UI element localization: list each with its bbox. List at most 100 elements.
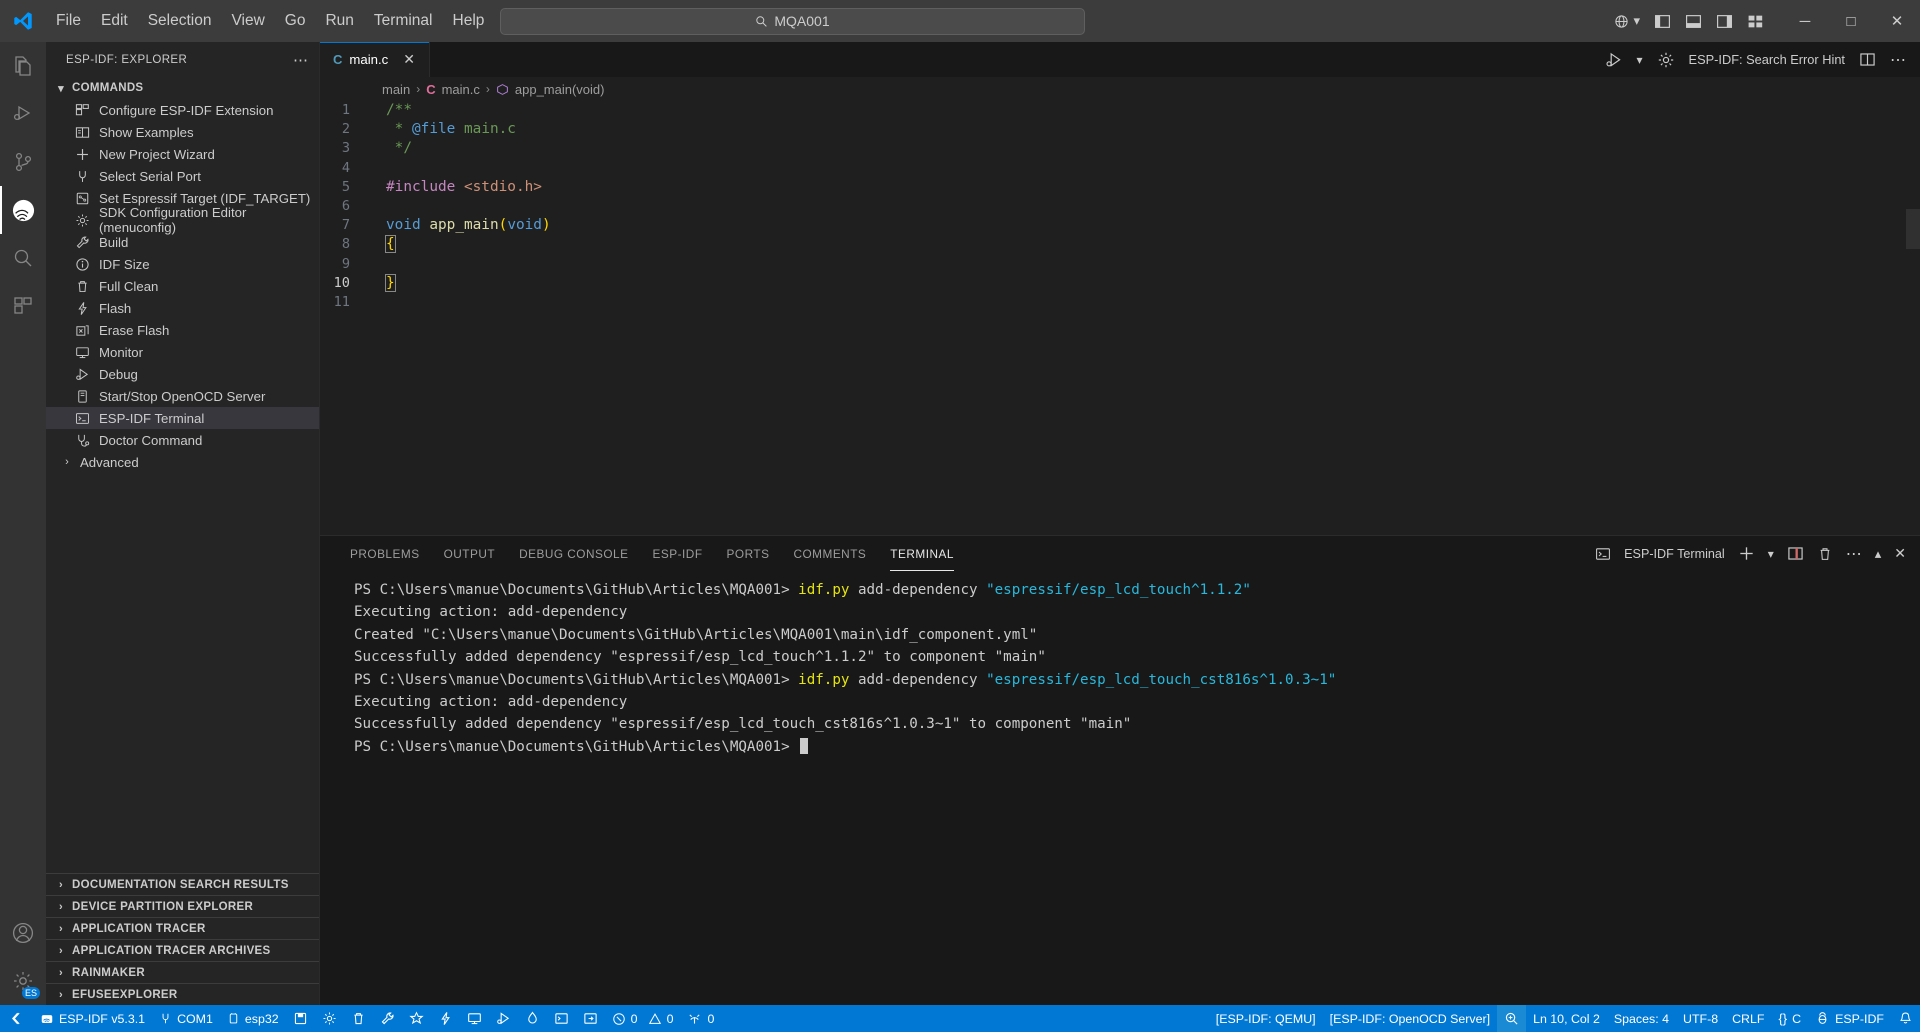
lightning-icon[interactable]	[431, 1005, 460, 1032]
chevron-down-icon[interactable]: ▾	[1637, 53, 1643, 67]
accounts-icon[interactable]	[0, 909, 46, 957]
settings-gear-icon[interactable]: ES	[0, 957, 46, 1005]
flame-icon[interactable]	[518, 1005, 547, 1032]
bell-icon[interactable]	[1891, 1005, 1920, 1032]
sidebar-item-show-examples[interactable]: Show Examples	[46, 121, 319, 143]
tab-output[interactable]: OUTPUT	[432, 536, 508, 571]
wrench-icon[interactable]	[373, 1005, 402, 1032]
sidebar-item-configure-esp-idf-extension[interactable]: Configure ESP-IDF Extension	[46, 99, 319, 121]
trash-icon[interactable]	[1817, 546, 1833, 562]
trash-icon[interactable]	[344, 1005, 373, 1032]
breadcrumb-file[interactable]: main.c	[442, 82, 480, 97]
toggle-secondary-sidebar-icon[interactable]	[1716, 13, 1733, 30]
monitor-icon[interactable]	[460, 1005, 489, 1032]
sidebar-section-rainmaker[interactable]: › RAINMAKER	[46, 961, 319, 983]
terminal-output[interactable]: PS C:\Users\manue\Documents\GitHub\Artic…	[320, 571, 1920, 1005]
status-target[interactable]: esp32	[220, 1005, 286, 1032]
tab-terminal[interactable]: TERMINAL	[878, 536, 966, 571]
sidebar-item-doctor-command[interactable]: Doctor Command	[46, 429, 319, 451]
search-icon[interactable]	[0, 234, 46, 282]
minimap-scrollbar[interactable]	[1906, 209, 1920, 249]
status-indentation[interactable]: Spaces: 4	[1607, 1005, 1676, 1032]
close-icon[interactable]: ✕	[403, 51, 415, 68]
sidebar-section-application-tracer-archives[interactable]: › APPLICATION TRACER ARCHIVES	[46, 939, 319, 961]
sidebar-item-select-serial-port[interactable]: Select Serial Port	[46, 165, 319, 187]
gear-icon[interactable]	[315, 1005, 344, 1032]
sidebar-item-new-project-wizard[interactable]: New Project Wizard	[46, 143, 319, 165]
sidebar-item-advanced[interactable]: › Advanced	[46, 451, 319, 473]
sidebar-section-documentation-search-results[interactable]: › DOCUMENTATION SEARCH RESULTS	[46, 873, 319, 895]
sidebar-section-efuseexplorer[interactable]: › EFUSEEXPLORER	[46, 983, 319, 1005]
sidebar-item-start-stop-openocd-server[interactable]: Start/Stop OpenOCD Server	[46, 385, 319, 407]
toggle-primary-sidebar-icon[interactable]	[1654, 13, 1671, 30]
status-radar[interactable]: 0	[680, 1005, 721, 1032]
tab-ports[interactable]: PORTS	[715, 536, 782, 571]
close-icon[interactable]: ✕	[1894, 545, 1906, 562]
star-icon[interactable]	[402, 1005, 431, 1032]
open-editor-icon[interactable]	[576, 1005, 605, 1032]
search-error-hint-button[interactable]: ESP-IDF: Search Error Hint	[1689, 52, 1845, 67]
menu-file[interactable]: File	[46, 8, 91, 34]
sidebar-item-erase-flash[interactable]: Erase Flash	[46, 319, 319, 341]
sidebar-item-esp-idf-terminal[interactable]: ESP-IDF Terminal	[46, 407, 319, 429]
source-control-icon[interactable]	[0, 138, 46, 186]
tab-debug-console[interactable]: DEBUG CONSOLE	[507, 536, 640, 571]
remote-indicator-icon[interactable]	[0, 1005, 33, 1032]
sidebar-item-debug[interactable]: Debug	[46, 363, 319, 385]
status-esp-idf-debug[interactable]: ESP-IDF	[1808, 1005, 1891, 1032]
sidebar-section-application-tracer[interactable]: › APPLICATION TRACER	[46, 917, 319, 939]
menu-go[interactable]: Go	[275, 8, 316, 34]
status-esp-idf-version[interactable]: ESP-IDF v5.3.1	[33, 1005, 152, 1032]
explorer-icon[interactable]	[0, 42, 46, 90]
debug-icon[interactable]	[1605, 51, 1623, 69]
chevron-up-icon[interactable]: ▴	[1875, 546, 1882, 562]
chevron-down-icon[interactable]: ▾	[1768, 547, 1774, 561]
menu-selection[interactable]: Selection	[138, 8, 222, 34]
status-qemu[interactable]: [ESP-IDF: QEMU]	[1209, 1005, 1323, 1032]
search-input[interactable]: MQA001	[500, 7, 1085, 35]
esp-idf-explorer-icon[interactable]	[0, 186, 46, 234]
zoom-search-icon[interactable]	[1497, 1005, 1527, 1032]
status-language-mode[interactable]: {} C	[1771, 1005, 1808, 1032]
sidebar-item-sdk-configuration-editor[interactable]: SDK Configuration Editor (menuconfig)	[46, 205, 319, 235]
remote-window-button[interactable]: ▾	[1600, 13, 1654, 29]
split-editor-icon[interactable]	[1859, 51, 1876, 68]
menu-run[interactable]: Run	[315, 8, 363, 34]
sdk-config-save-icon[interactable]	[286, 1005, 315, 1032]
status-problems[interactable]: 0 0	[605, 1005, 681, 1032]
menu-terminal[interactable]: Terminal	[364, 8, 443, 34]
code-editor[interactable]: 1 /** 2 * @file main.c 3 */ 4 5 #include…	[320, 101, 1920, 535]
window-minimize-button[interactable]: ─	[1782, 0, 1828, 42]
tab-problems[interactable]: PROBLEMS	[338, 536, 432, 571]
tab-esp-idf[interactable]: ESP-IDF	[640, 536, 714, 571]
status-serial-port[interactable]: COM1	[152, 1005, 220, 1032]
ellipsis-icon[interactable]: ⋯	[1846, 544, 1862, 564]
status-cursor-position[interactable]: Ln 10, Col 2	[1526, 1005, 1607, 1032]
sidebar-item-full-clean[interactable]: Full Clean	[46, 275, 319, 297]
breadcrumb-folder[interactable]: main	[382, 82, 410, 97]
debug-icon[interactable]	[489, 1005, 518, 1032]
tab-comments[interactable]: COMMENTS	[781, 536, 878, 571]
ellipsis-icon[interactable]: ⋯	[1890, 50, 1906, 70]
menu-edit[interactable]: Edit	[91, 8, 138, 34]
sidebar-section-device-partition-explorer[interactable]: › DEVICE PARTITION EXPLORER	[46, 895, 319, 917]
sidebar-item-monitor[interactable]: Monitor	[46, 341, 319, 363]
customize-layout-icon[interactable]	[1747, 13, 1764, 30]
menu-view[interactable]: View	[221, 8, 274, 34]
plus-icon[interactable]	[1738, 545, 1755, 562]
active-terminal-label[interactable]: ESP-IDF Terminal	[1624, 547, 1725, 561]
terminal-icon[interactable]	[547, 1005, 576, 1032]
commands-section-header[interactable]: ▾ COMMANDS	[46, 77, 319, 99]
split-terminal-icon[interactable]	[1787, 545, 1804, 562]
sidebar-item-idf-size[interactable]: IDF Size	[46, 253, 319, 275]
window-close-button[interactable]: ✕	[1874, 0, 1920, 42]
breadcrumb-symbol[interactable]: app_main(void)	[515, 82, 605, 97]
ellipsis-icon[interactable]: ⋯	[293, 51, 309, 69]
sidebar-item-build[interactable]: Build	[46, 231, 319, 253]
status-encoding[interactable]: UTF-8	[1676, 1005, 1725, 1032]
window-maximize-button[interactable]: □	[1828, 0, 1874, 42]
tab-main-c[interactable]: C main.c ✕	[320, 42, 430, 77]
status-openocd-server[interactable]: [ESP-IDF: OpenOCD Server]	[1323, 1005, 1497, 1032]
extensions-icon[interactable]	[0, 282, 46, 330]
sidebar-item-flash[interactable]: Flash	[46, 297, 319, 319]
